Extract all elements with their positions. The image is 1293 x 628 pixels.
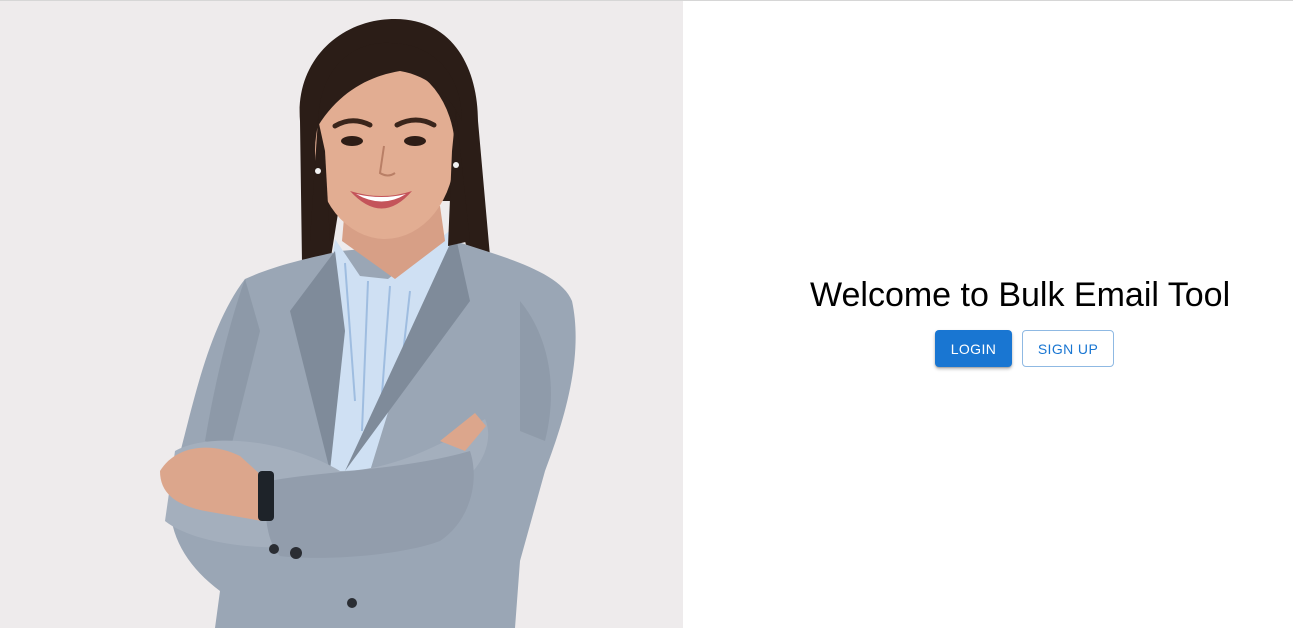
businesswoman-illustration xyxy=(160,19,576,628)
page-title: Welcome to Bulk Email Tool xyxy=(810,276,1231,314)
auth-actions: LOGIN SIGN UP xyxy=(935,330,1114,367)
welcome-panel: Welcome to Bulk Email Tool LOGIN SIGN UP xyxy=(683,1,1293,628)
hero-image-panel xyxy=(0,1,683,628)
login-button[interactable]: LOGIN xyxy=(935,330,1012,367)
landing-page: Welcome to Bulk Email Tool LOGIN SIGN UP xyxy=(0,0,1293,628)
signup-button[interactable]: SIGN UP xyxy=(1022,330,1114,367)
